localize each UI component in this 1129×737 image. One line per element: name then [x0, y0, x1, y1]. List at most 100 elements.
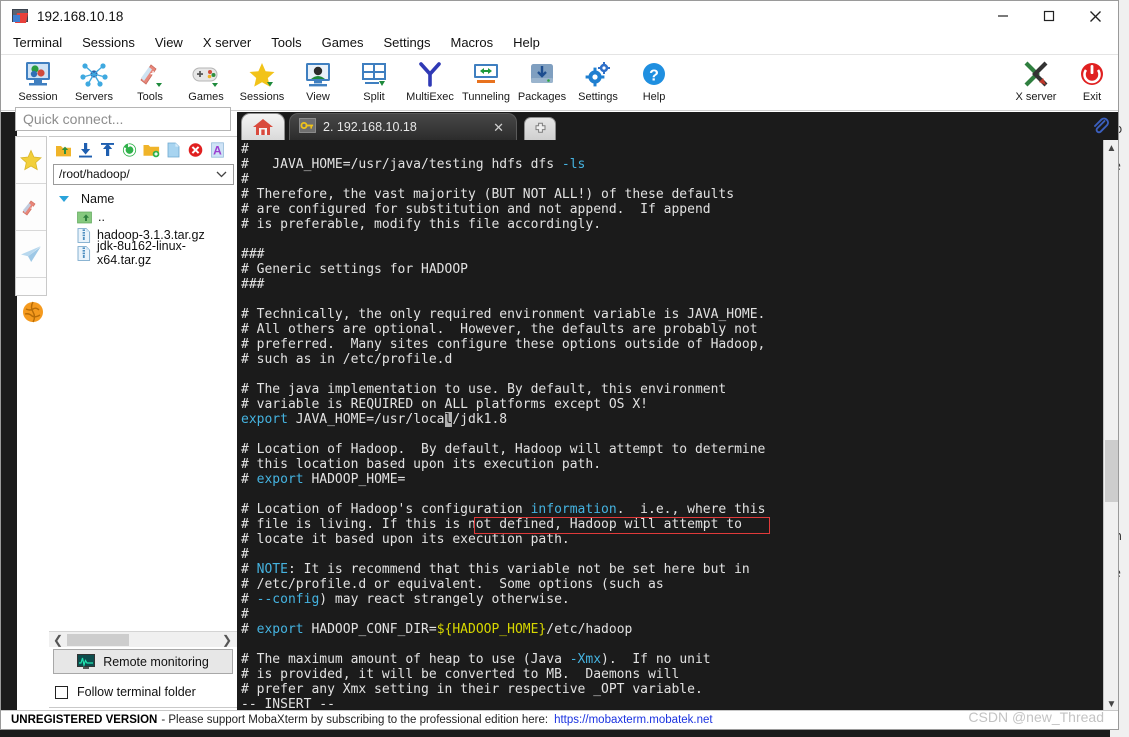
menu-item-macros[interactable]: Macros — [450, 35, 493, 50]
file-list-header[interactable]: Name — [49, 190, 238, 208]
menu-item-tools[interactable]: Tools — [271, 35, 301, 50]
xserver-icon — [1004, 58, 1068, 88]
hscroll-thumb[interactable] — [67, 634, 129, 646]
sidebar: Quick connect... A /root/hadoop/ Name ..… — [15, 107, 239, 712]
toolbar-button-tools[interactable]: Tools — [118, 58, 182, 103]
sidebar-item-tools[interactable] — [16, 184, 46, 231]
follow-terminal-folder-checkbox[interactable] — [55, 685, 68, 699]
toolbar: Session Servers Tools Games Sessions View Spli… — [1, 55, 1118, 111]
toolbar-button-exit[interactable]: Exit — [1060, 58, 1118, 103]
remote-monitoring-label: Remote monitoring — [103, 654, 209, 669]
parent-folder-icon — [77, 210, 92, 224]
delete-icon[interactable] — [187, 142, 204, 158]
file-list-item[interactable]: .. — [49, 208, 238, 226]
vscroll-thumb[interactable] — [1105, 440, 1118, 502]
status-text: - Please support MobaXterm by subscribin… — [161, 714, 549, 726]
toolbar-button-tunneling[interactable]: Tunneling — [454, 58, 518, 103]
terminal-vscrollbar[interactable]: ▲ ▼ — [1103, 140, 1118, 712]
refresh-icon[interactable] — [121, 142, 138, 158]
toolbar-button-view[interactable]: View — [286, 58, 350, 103]
toolbar-label: MultiExec — [406, 91, 454, 103]
toolbar-button-x-server[interactable]: X server — [1004, 58, 1068, 103]
paperclip-icon[interactable] — [1091, 116, 1110, 138]
tunneling-icon — [454, 58, 518, 88]
remote-monitoring-button[interactable]: Remote monitoring — [53, 649, 233, 674]
scroll-left-icon[interactable]: ❮ — [53, 633, 63, 647]
toolbar-label: Exit — [1082, 91, 1102, 103]
toolbar-label: Session — [18, 91, 58, 103]
home-icon — [253, 119, 273, 135]
toolbar-label: Packages — [517, 91, 567, 103]
toolbar-button-settings[interactable]: Settings — [566, 58, 630, 103]
toolbar-button-help[interactable]: ? Help — [622, 58, 686, 103]
tab-home[interactable] — [241, 113, 285, 140]
menu-item-help[interactable]: Help — [513, 35, 540, 50]
svg-text:A: A — [213, 143, 222, 157]
file-name: .. — [98, 210, 105, 224]
view-icon — [286, 58, 350, 88]
minimize-icon[interactable] — [980, 1, 1026, 31]
path-input[interactable]: /root/hadoop/ — [53, 164, 234, 185]
archive-file-icon — [77, 227, 91, 243]
status-link[interactable]: https://mobaxterm.mobatek.net — [554, 714, 713, 726]
sidebar-item-sftp[interactable] — [16, 231, 46, 278]
toolbar-button-servers[interactable]: Servers — [62, 58, 126, 103]
toolbar-label: Servers — [75, 91, 113, 103]
title-bar: 192.168.10.18 — [1, 1, 1118, 31]
paper-plane-icon — [21, 246, 41, 262]
tab-session[interactable]: 2. 192.168.10.18 ✕ — [289, 113, 517, 140]
upload-icon[interactable] — [99, 142, 116, 158]
servers-icon — [62, 58, 126, 88]
rename-icon[interactable]: A — [209, 141, 226, 158]
toolbar-button-sessions[interactable]: Sessions — [230, 58, 294, 103]
menu-item-terminal[interactable]: Terminal — [13, 35, 62, 50]
split-icon — [342, 58, 406, 88]
toolbar-button-packages[interactable]: Packages — [510, 58, 574, 103]
sidebar-item-sessions-favorites[interactable] — [16, 137, 46, 184]
tab-close-icon[interactable]: ✕ — [493, 120, 504, 136]
multiexec-icon — [398, 58, 462, 88]
terminal-output[interactable]: # # JAVA_HOME=/usr/java/testing hdfs dfs… — [237, 140, 1103, 712]
menu-item-sessions[interactable]: Sessions — [82, 35, 135, 50]
go-up-icon[interactable] — [55, 142, 72, 158]
sessions-star-icon — [230, 58, 294, 88]
window-title: 192.168.10.18 — [37, 8, 124, 24]
menu-item-view[interactable]: View — [155, 35, 183, 50]
status-badge: UNREGISTERED VERSION — [11, 714, 158, 726]
new-folder-icon[interactable] — [143, 142, 160, 158]
close-icon[interactable] — [1072, 1, 1118, 31]
mobaxterm-icon — [12, 9, 29, 23]
mobaxterm-window: 192.168.10.18 Terminal Sessions View X serv… — [0, 0, 1119, 730]
menu-bar: Terminal Sessions View X server Tools Games Se… — [1, 31, 1118, 55]
scroll-up-icon[interactable]: ▲ — [1104, 140, 1118, 156]
swiss-knife-icon — [22, 200, 36, 216]
globe-icon[interactable] — [21, 300, 45, 324]
toolbar-label: Tools — [137, 91, 163, 103]
file-list-item[interactable]: jdk-8u162-linux-x64.tar.gz — [49, 239, 238, 267]
plus-icon — [535, 122, 545, 133]
menu-item-x-server[interactable]: X server — [203, 35, 251, 50]
menu-item-settings[interactable]: Settings — [384, 35, 431, 50]
path-value: /root/hadoop/ — [59, 167, 130, 181]
new-tab-button[interactable] — [524, 117, 556, 140]
file-browser-hscrollbar[interactable]: ❮ ❯ — [49, 631, 237, 647]
toolbar-label: Split — [363, 91, 385, 103]
toolbar-button-multiexec[interactable]: MultiExec — [398, 58, 462, 103]
toolbar-button-session[interactable]: Session — [6, 58, 70, 103]
toolbar-label: Sessions — [239, 91, 285, 103]
follow-terminal-folder-row[interactable]: Follow terminal folder — [55, 685, 196, 699]
window-controls — [980, 1, 1118, 31]
download-icon[interactable] — [77, 142, 94, 158]
toolbar-button-split[interactable]: Split — [342, 58, 406, 103]
maximize-icon[interactable] — [1026, 1, 1072, 31]
menu-item-games[interactable]: Games — [322, 35, 364, 50]
toolbar-label: X server — [1015, 91, 1057, 103]
toolbar-label: Tunneling — [462, 91, 510, 103]
toolbar-button-games[interactable]: Games — [174, 58, 238, 103]
quick-connect-input[interactable]: Quick connect... — [15, 107, 231, 131]
follow-terminal-folder-label: Follow terminal folder — [77, 685, 196, 699]
new-file-icon[interactable] — [165, 142, 182, 158]
scroll-right-icon[interactable]: ❯ — [222, 633, 232, 647]
packages-icon — [510, 58, 574, 88]
tab-session-label: 2. 192.168.10.18 — [323, 120, 417, 134]
